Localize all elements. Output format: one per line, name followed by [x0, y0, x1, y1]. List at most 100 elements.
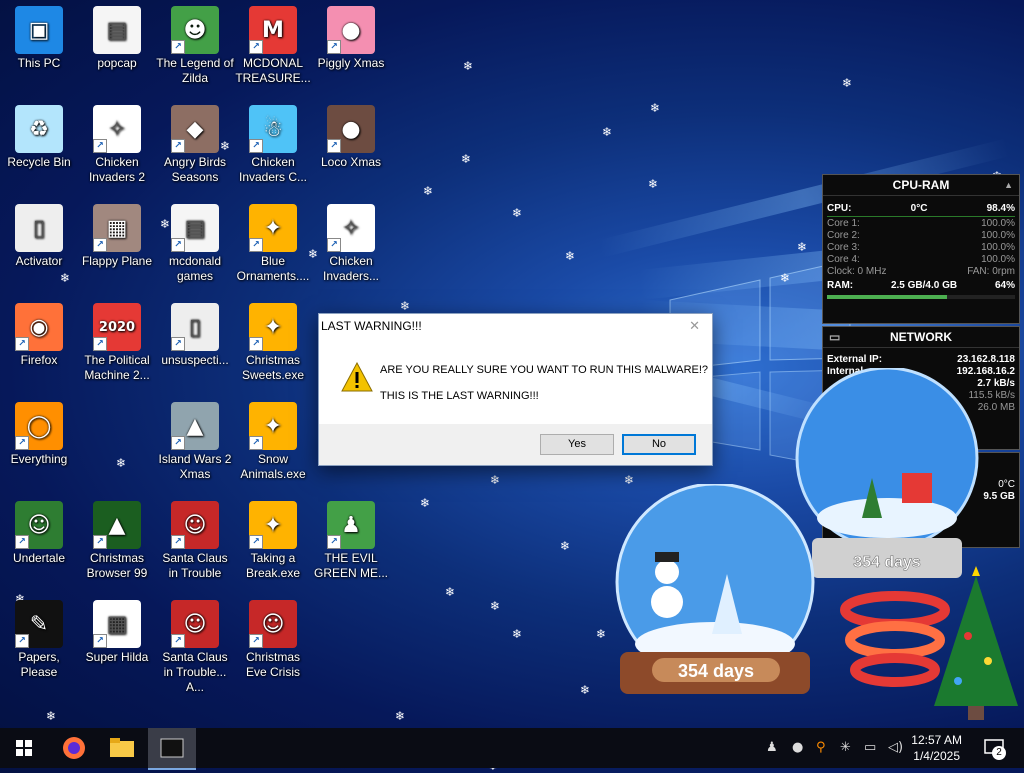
- notification-count: 2: [992, 746, 1006, 760]
- cpu-ram-gadget: CPU-RAM ▲ CPU: 0°C 98.4% Core 1: 100.0% Co…: [822, 174, 1020, 324]
- desktop-icon[interactable]: ☺ ↗ Christmas Eve Crisis: [234, 600, 312, 680]
- shortcut-arrow-icon: ↗: [15, 634, 29, 648]
- desktop-icon[interactable]: ♟ ↗ THE EVIL GREEN ME...: [312, 501, 390, 581]
- snowflake-icon: ❄: [423, 184, 434, 198]
- desktop-icon[interactable]: M ↗ MCDONAL TREASURE...: [234, 6, 312, 86]
- ram-used: 2.5 GB/4.0 GB: [890, 280, 958, 291]
- gadget-title: ▭ NETWORK: [823, 327, 1019, 348]
- core-label: Core 3:: [827, 242, 860, 253]
- desktop-icon[interactable]: ▲ ↗ Christmas Browser 99: [78, 501, 156, 581]
- desktop-icon[interactable]: ▲ ↗ Island Wars 2 Xmas: [156, 402, 234, 482]
- shortcut-arrow-icon: ↗: [327, 139, 341, 153]
- desktop-icon[interactable]: ◯ ↗ Everything: [0, 402, 78, 467]
- desktop-icon[interactable]: ▯ ↗ unsuspecti...: [156, 303, 234, 368]
- taskbar-file-explorer[interactable]: [98, 728, 146, 768]
- desktop-icon-label: Chicken Invaders 2: [88, 155, 146, 184]
- ram-label: RAM:: [827, 280, 854, 291]
- snowflake-icon: ❄: [648, 177, 659, 191]
- snowflake-icon: ❄: [650, 101, 661, 115]
- snowflake-icon: ❄: [463, 59, 474, 73]
- shortcut-arrow-icon: ↗: [249, 436, 263, 450]
- shortcut-arrow-icon: ↗: [249, 535, 263, 549]
- desktop-icon[interactable]: ▦ ↗ Super Hilda: [78, 600, 156, 665]
- close-icon[interactable]: ✕: [689, 318, 700, 334]
- desktop-icon[interactable]: ✎ ↗ Papers, Please: [0, 600, 78, 680]
- desktop-icon-label: popcap: [97, 56, 137, 70]
- shortcut-arrow-icon: ↗: [249, 337, 263, 351]
- desktop-icon[interactable]: ☻ ↗ The Legend of Zilda: [156, 6, 234, 86]
- shortcut-arrow-icon: ↗: [15, 436, 29, 450]
- screensaver-icon: ✦ ↗: [249, 402, 297, 450]
- snowflake-icon: ❄: [400, 299, 411, 313]
- desktop-icon[interactable]: ♻ Recycle Bin: [0, 105, 78, 170]
- clock[interactable]: 12:57 AM 1/4/2025: [911, 732, 962, 764]
- shortcut-arrow-icon: ↗: [249, 238, 263, 252]
- shortcut-arrow-icon: ↗: [15, 337, 29, 351]
- desktop-icon[interactable]: ☺ ↗ Undertale: [0, 501, 78, 566]
- desktop-icon-label: Island Wars 2 Xmas: [158, 452, 232, 481]
- water-drop-icon[interactable]: ●: [792, 740, 803, 755]
- desktop-icon-label: Recycle Bin: [7, 155, 71, 169]
- desktop-icon[interactable]: ◆ ↗ Angry Birds Seasons: [156, 105, 234, 185]
- desktop-icon[interactable]: ✦ ↗ Christmas Sweets.exe: [234, 303, 312, 383]
- snowflake-tray-icon[interactable]: ✳: [840, 740, 851, 755]
- search-tray-icon[interactable]: ⚲: [816, 740, 826, 755]
- warning-icon: [341, 362, 373, 392]
- core-row: Core 3: 100.0%: [823, 242, 1019, 254]
- pixel-icon: ▦ ↗: [93, 600, 141, 648]
- desktop-icon[interactable]: ▯ Activator: [0, 204, 78, 269]
- desktop-icon[interactable]: ✧ ↗ Chicken Invaders 2: [78, 105, 156, 185]
- desktop-icon[interactable]: ▣ This PC: [0, 6, 78, 71]
- firefox-icon: [63, 737, 85, 759]
- desktop-icon-label: Christmas Eve Crisis: [245, 650, 300, 679]
- papers-icon: ✎ ↗: [15, 600, 63, 648]
- desktop-icon[interactable]: ● ↗ Piggly Xmas: [312, 6, 390, 71]
- desktop-icon-label: Snow Animals.exe: [240, 452, 306, 481]
- snowflake-icon: ❄: [490, 599, 501, 613]
- badge-2020-icon: 2020 ↗: [93, 303, 141, 351]
- shortcut-arrow-icon: ↗: [171, 535, 185, 549]
- angry-birds-icon: ◆ ↗: [171, 105, 219, 153]
- desktop-icon[interactable]: ✦ ↗ Snow Animals.exe: [234, 402, 312, 482]
- desktop-icon[interactable]: 2020 ↗ The Political Machine 2...: [78, 303, 156, 383]
- santa-icon: ☺ ↗: [171, 600, 219, 648]
- network-icon[interactable]: ▭: [864, 740, 876, 755]
- taskbar-firefox[interactable]: [50, 728, 98, 768]
- desktop-icon-label: Blue Ornaments....: [236, 254, 310, 283]
- shortcut-arrow-icon: ↗: [249, 40, 263, 54]
- desktop-icon[interactable]: ▤ popcap: [78, 6, 156, 71]
- desktop-icon[interactable]: ● ↗ Loco Xmas: [312, 105, 390, 170]
- file-icon: ▯ ↗: [171, 303, 219, 351]
- people-icon[interactable]: ♟: [766, 740, 778, 755]
- snowflake-icon: ❄: [560, 539, 571, 553]
- external-ip-row: External IP: 23.162.8.118: [823, 354, 1019, 366]
- core-row: Core 1: 100.0%: [823, 218, 1019, 230]
- desktop-icon[interactable]: ✦ ↗ Blue Ornaments....: [234, 204, 312, 284]
- snowflake-icon: ❄: [842, 76, 853, 90]
- desktop-icon[interactable]: ☃ ↗ Chicken Invaders C...: [234, 105, 312, 185]
- desktop-icon[interactable]: ✧ ↗ Chicken Invaders...: [312, 204, 390, 284]
- desktop-icon-label: Taking a Break.exe: [245, 551, 301, 580]
- shortcut-arrow-icon: ↗: [249, 634, 263, 648]
- desktop-icon[interactable]: ▦ ↗ Flappy Plane: [78, 204, 156, 269]
- cpu-percent: 98.4%: [986, 203, 1015, 214]
- notification-center-button[interactable]: 2: [974, 728, 1014, 768]
- desktop-icon[interactable]: ☺ ↗ Santa Claus in Trouble: [156, 501, 234, 581]
- desktop-icon[interactable]: ✦ ↗ Taking a Break.exe: [234, 501, 312, 581]
- volume-icon[interactable]: ◁): [888, 740, 903, 755]
- desktop-icon[interactable]: ◉ ↗ Firefox: [0, 303, 78, 368]
- start-button[interactable]: [0, 728, 48, 768]
- shortcut-arrow-icon: ↗: [15, 535, 29, 549]
- snowflake-icon: ❄: [780, 271, 791, 285]
- desktop-icon[interactable]: ☺ ↗ Santa Claus in Trouble... A...: [156, 600, 234, 695]
- desktop-icon[interactable]: ▤ ↗ mcdonald games: [156, 204, 234, 284]
- collapse-icon[interactable]: ▲: [1004, 175, 1013, 195]
- dialog-button-bar: Yes No: [319, 424, 712, 465]
- ram-bar: [827, 295, 1015, 299]
- desktop-icon-label: This PC: [17, 56, 61, 70]
- yes-button[interactable]: Yes: [540, 434, 614, 455]
- firefox-icon: ◉ ↗: [15, 303, 63, 351]
- taskbar-active-app[interactable]: [148, 728, 196, 770]
- clock-row: Clock: 0 MHz FAN: 0rpm: [823, 266, 1019, 278]
- no-button[interactable]: No: [622, 434, 696, 455]
